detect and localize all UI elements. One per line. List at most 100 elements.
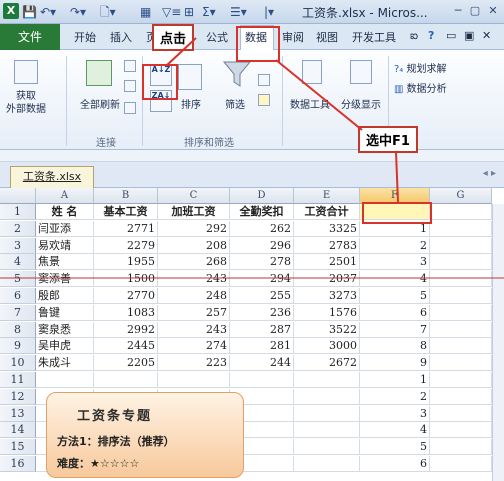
sheet-cell[interactable]: 1083 [94, 304, 158, 321]
vertical-scrollbar[interactable] [492, 204, 504, 481]
row-header[interactable]: 1 [0, 204, 36, 220]
save-icon[interactable]: 💾 [22, 3, 37, 21]
row-header[interactable]: 15 [0, 439, 36, 456]
sheet-cell[interactable]: 1576 [294, 304, 360, 321]
sheet-cell[interactable]: 5 [360, 439, 430, 456]
sheet-cell[interactable]: 鲁键 [36, 304, 94, 321]
sheet-cell[interactable]: 朱成斗 [36, 355, 94, 372]
row-header[interactable]: 13 [0, 405, 36, 422]
tab-insert[interactable]: 插入 [110, 29, 132, 45]
sheet-cell[interactable]: 殷郎 [36, 288, 94, 304]
undo-icon[interactable]: ↶▾ [40, 3, 56, 21]
sheet-cell[interactable]: 292 [158, 220, 230, 237]
sheet-cell[interactable] [230, 372, 294, 388]
sheet-cell[interactable]: 2037 [294, 271, 360, 288]
sheet-cell[interactable]: 3325 [294, 220, 360, 237]
data-tools-button[interactable]: 数据工具 [286, 96, 334, 111]
sheet-cell[interactable]: 3273 [294, 288, 360, 304]
sheet-cell[interactable]: 2783 [294, 237, 360, 254]
sheet-cell[interactable]: 2 [360, 388, 430, 405]
row-header[interactable]: 5 [0, 271, 36, 288]
sheet-cell[interactable]: 248 [158, 288, 230, 304]
redo-icon[interactable]: ↷▾ [70, 3, 86, 21]
sheet-cell[interactable]: 全勤奖扣 [230, 204, 294, 220]
select-all-corner[interactable] [0, 188, 36, 204]
sheet-cell[interactable] [430, 237, 492, 254]
get-external-data-button[interactable]: 获取 外部数据 [2, 90, 50, 116]
sheet-cell[interactable] [158, 372, 230, 388]
row-header[interactable]: 10 [0, 355, 36, 372]
row-header[interactable]: 7 [0, 304, 36, 321]
row-header[interactable]: 4 [0, 254, 36, 271]
customize-qa-icon[interactable]: |▾ [264, 3, 274, 21]
column-header[interactable]: D [230, 188, 294, 204]
row-header[interactable]: 6 [0, 288, 36, 304]
sheet-cell[interactable]: 2672 [294, 355, 360, 372]
sheet-cell[interactable]: 3522 [294, 321, 360, 338]
sheet-cell[interactable]: 274 [158, 338, 230, 355]
sheet-cell[interactable] [430, 204, 492, 220]
sheet-cell[interactable]: 243 [158, 271, 230, 288]
sheet-cell[interactable]: 255 [230, 288, 294, 304]
row-header[interactable]: 3 [0, 237, 36, 254]
outline-icon[interactable] [350, 60, 372, 84]
ribbon-min-button[interactable]: ▭ [446, 29, 456, 42]
sheet-cell[interactable] [430, 405, 492, 422]
properties-icon[interactable] [124, 80, 136, 92]
sheet-cell[interactable] [294, 439, 360, 456]
sheet-cell[interactable] [430, 321, 492, 338]
sheet-cell[interactable]: 2445 [94, 338, 158, 355]
sheet-cell[interactable]: 278 [230, 254, 294, 271]
grid-icon[interactable]: ⊞ [184, 3, 194, 21]
row-header[interactable]: 11 [0, 372, 36, 388]
sheet-cell[interactable]: 208 [158, 237, 230, 254]
sheet-cell[interactable] [430, 456, 492, 472]
sheet-cell[interactable]: 工资合计 [294, 204, 360, 220]
sheet-cell[interactable]: 3 [360, 405, 430, 422]
sheet-cell[interactable]: 3 [360, 254, 430, 271]
refresh-all-icon[interactable] [86, 60, 112, 86]
sheet-cell[interactable] [294, 405, 360, 422]
sheet-cell[interactable]: 2992 [94, 321, 158, 338]
sheet-cell[interactable]: 3000 [294, 338, 360, 355]
sort-button[interactable]: 排序 [176, 96, 206, 111]
tab-view[interactable]: 视图 [316, 29, 338, 45]
sheet-cell[interactable]: 262 [230, 220, 294, 237]
sheet-cell[interactable]: 基本工资 [94, 204, 158, 220]
sheet-cell[interactable]: 焦景 [36, 254, 94, 271]
maximize-button[interactable]: ▢ [467, 3, 483, 19]
print-preview-icon[interactable]: 🗋▾ [100, 3, 116, 21]
sheet-cell[interactable]: 4 [360, 271, 430, 288]
sheet-cell[interactable] [36, 372, 94, 388]
ribbon-minimize-icon[interactable]: ఐ [410, 29, 418, 45]
edit-links-icon[interactable] [124, 102, 136, 114]
clear-filter-icon[interactable] [258, 74, 270, 86]
sheet-cell[interactable]: 5 [360, 288, 430, 304]
workbook-tab[interactable]: 工资条.xlsx [10, 166, 94, 188]
sheet-cell[interactable]: 2771 [94, 220, 158, 237]
sheet-cell[interactable]: 8 [360, 338, 430, 355]
sheet-cell[interactable]: 6 [360, 304, 430, 321]
sheet-cell[interactable] [430, 271, 492, 288]
tab-home[interactable]: 开始 [74, 29, 96, 45]
close-button[interactable]: ✕ [485, 3, 501, 19]
sheet-cell[interactable]: 236 [230, 304, 294, 321]
tab-developer[interactable]: 开发工具 [352, 29, 396, 45]
column-header[interactable]: E [294, 188, 360, 204]
row-header[interactable]: 9 [0, 338, 36, 355]
sheet-cell[interactable]: 2770 [94, 288, 158, 304]
sheet-cell[interactable]: 243 [158, 321, 230, 338]
sheet-cell[interactable]: 7 [360, 321, 430, 338]
sheet-cell[interactable]: 1 [360, 372, 430, 388]
data-analysis-button[interactable]: ▥ 数据分析 [394, 80, 447, 95]
sheet-cell[interactable]: 易欢靖 [36, 237, 94, 254]
table-icon[interactable]: ▦ [140, 3, 151, 21]
tab-review[interactable]: 审阅 [282, 29, 304, 45]
refresh-all-button[interactable]: 全部刷新 [74, 96, 126, 111]
filter-icon[interactable]: ▽≡ [162, 3, 181, 21]
get-external-data-icon[interactable] [14, 60, 38, 84]
tab-scroll-icon[interactable]: ◂ ▸ [483, 168, 496, 179]
spreadsheet-grid[interactable]: A B C D E F G 1姓 名基本工资 加班工资 全勤奖扣 工资合计 2 闫亚添 27… [0, 188, 504, 481]
sheet-cell[interactable]: 1955 [94, 254, 158, 271]
sheet-cell[interactable] [430, 422, 492, 439]
